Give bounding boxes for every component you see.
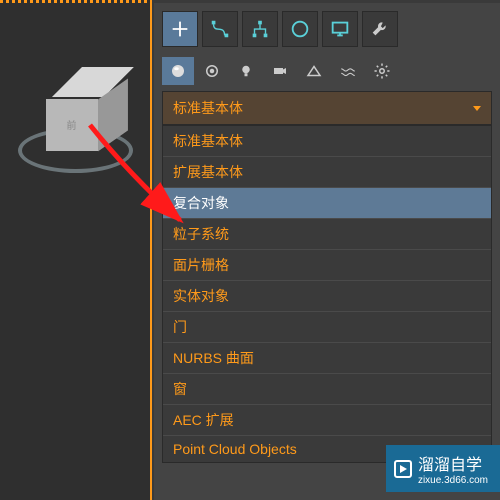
helper-icon	[305, 62, 323, 80]
dropdown-item[interactable]: 标准基本体	[163, 126, 491, 157]
chevron-down-icon	[473, 106, 481, 111]
watermark-main: 溜溜自学	[418, 457, 482, 474]
dropdown-item[interactable]: AEC 扩展	[163, 405, 491, 436]
category-dropdown-header[interactable]: 标准基本体	[162, 91, 492, 125]
dropdown-item[interactable]: 粒子系统	[163, 219, 491, 250]
geometry-btn[interactable]	[162, 57, 194, 85]
wrench-icon	[369, 18, 391, 40]
viewcube[interactable]: 前	[15, 60, 135, 180]
dropdown-item[interactable]: NURBS 曲面	[163, 343, 491, 374]
circle-icon	[289, 18, 311, 40]
play-icon	[394, 460, 412, 478]
shape-icon	[203, 62, 221, 80]
shapes-btn[interactable]	[196, 57, 228, 85]
lights-btn[interactable]	[230, 57, 262, 85]
main-toolbar	[158, 7, 496, 51]
camera-icon	[271, 62, 289, 80]
spacewarps-btn[interactable]	[332, 57, 364, 85]
gear-icon	[373, 62, 391, 80]
cameras-btn[interactable]	[264, 57, 296, 85]
command-panel: 标准基本体 标准基本体扩展基本体复合对象粒子系统面片栅格实体对象门NURBS 曲…	[154, 3, 500, 500]
modify-tab[interactable]	[202, 11, 238, 47]
dropdown-item[interactable]: 窗	[163, 374, 491, 405]
wave-icon	[339, 62, 357, 80]
display-tab[interactable]	[322, 11, 358, 47]
create-tab[interactable]	[162, 11, 198, 47]
helpers-btn[interactable]	[298, 57, 330, 85]
dropdown-header-label: 标准基本体	[173, 98, 243, 118]
hierarchy-tab[interactable]	[242, 11, 278, 47]
bezier-icon	[209, 18, 231, 40]
systems-btn[interactable]	[366, 57, 398, 85]
utilities-tab[interactable]	[362, 11, 398, 47]
category-dropdown-list: 标准基本体扩展基本体复合对象粒子系统面片栅格实体对象门NURBS 曲面窗AEC …	[162, 125, 492, 463]
monitor-icon	[329, 18, 351, 40]
viewport: 前	[0, 0, 152, 500]
sphere-icon	[169, 62, 187, 80]
dropdown-item[interactable]: 面片栅格	[163, 250, 491, 281]
watermark: 溜溜自学 zixue.3d66.com	[386, 445, 500, 492]
dropdown-item[interactable]: 扩展基本体	[163, 157, 491, 188]
motion-tab[interactable]	[282, 11, 318, 47]
link-icon	[249, 18, 271, 40]
dropdown-item[interactable]: 门	[163, 312, 491, 343]
dropdown-item[interactable]: 复合对象	[163, 188, 491, 219]
dropdown-item[interactable]: 实体对象	[163, 281, 491, 312]
plus-icon	[169, 18, 191, 40]
light-icon	[237, 62, 255, 80]
category-toolbar	[158, 55, 496, 91]
watermark-sub: zixue.3d66.com	[418, 475, 488, 486]
